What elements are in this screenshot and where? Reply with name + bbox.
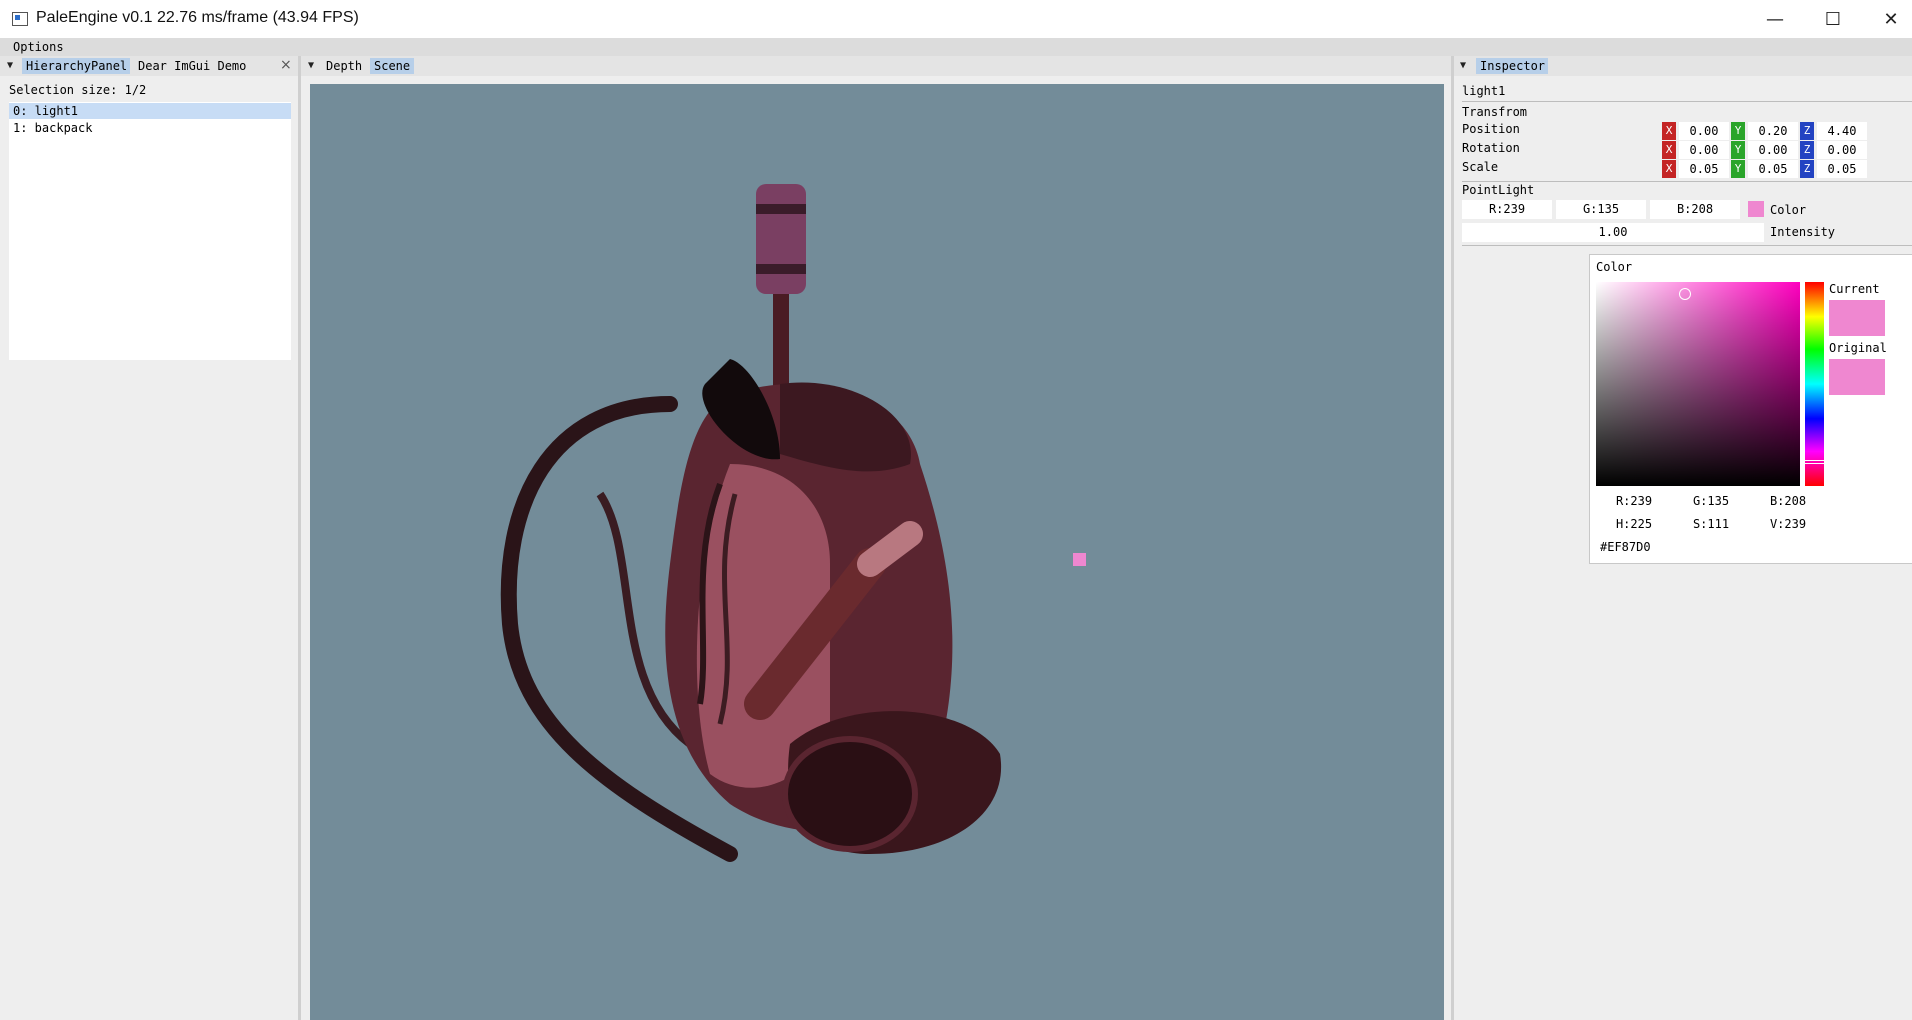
window-title: PaleEngine v0.1 22.76 ms/frame (43.94 FP…: [36, 9, 359, 26]
axis-z-badge: Z: [1800, 160, 1814, 178]
color-b-input[interactable]: B:208: [1650, 200, 1740, 219]
scale-label: Scale: [1462, 160, 1499, 174]
rotation-z-input[interactable]: 0.00: [1817, 141, 1867, 159]
rotation-label: Rotation: [1462, 141, 1520, 155]
divider: [1462, 245, 1912, 246]
picker-s-value[interactable]: S:111: [1673, 517, 1749, 531]
minimize-button[interactable]: —: [1746, 0, 1804, 38]
menu-bar: [0, 38, 1912, 56]
color-g-input[interactable]: G:135: [1556, 200, 1646, 219]
dropdown-triangle-icon[interactable]: ▼: [308, 60, 314, 71]
position-y-input[interactable]: 0.20: [1748, 122, 1798, 140]
picker-h-value[interactable]: H:225: [1596, 517, 1672, 531]
minimize-icon: —: [1766, 8, 1784, 30]
axis-x-badge: X: [1662, 122, 1676, 140]
close-window-button[interactable]: ✕: [1862, 0, 1912, 38]
intensity-input[interactable]: 1.00: [1462, 223, 1764, 242]
tab-inspector[interactable]: Inspector: [1476, 58, 1548, 74]
scene-viewport[interactable]: [310, 84, 1444, 1020]
hierarchy-list: [9, 102, 291, 360]
current-color-swatch: [1829, 300, 1885, 336]
scale-x-input[interactable]: 0.05: [1679, 160, 1729, 178]
maximize-button[interactable]: ☐: [1804, 0, 1862, 38]
transform-header: Transfrom: [1462, 105, 1528, 119]
sv-cursor-icon[interactable]: [1679, 288, 1691, 300]
list-item-light1[interactable]: 0: light1: [9, 103, 291, 119]
picker-v-value[interactable]: V:239: [1750, 517, 1826, 531]
hue-cursor-icon[interactable]: [1803, 460, 1826, 464]
scale-z-input[interactable]: 0.05: [1817, 160, 1867, 178]
divider: [1462, 101, 1912, 102]
axis-y-badge: Y: [1731, 160, 1745, 178]
color-swatch-button[interactable]: [1748, 201, 1764, 217]
tab-imgui-demo[interactable]: Dear ImGui Demo: [134, 58, 264, 74]
selection-size: Selection size: 1/2: [9, 83, 147, 97]
axis-x-badge: X: [1662, 160, 1676, 178]
menu-options[interactable]: Options: [13, 40, 64, 54]
dropdown-triangle-icon[interactable]: ▼: [7, 60, 13, 71]
tab-hierarchy[interactable]: HierarchyPanel: [22, 58, 130, 74]
object-name: light1: [1462, 84, 1506, 98]
backpack-3d-model: [500, 184, 1002, 862]
axis-z-badge: Z: [1800, 141, 1814, 159]
axis-y-badge: Y: [1731, 122, 1745, 140]
picker-g-value[interactable]: G:135: [1673, 494, 1749, 508]
picker-hex-value[interactable]: #EF87D0: [1600, 540, 1651, 554]
rotation-y-input[interactable]: 0.00: [1748, 141, 1798, 159]
hue-bar[interactable]: [1805, 282, 1824, 486]
position-label: Position: [1462, 122, 1520, 136]
picker-title: Color: [1596, 260, 1633, 274]
color-label: Color: [1770, 203, 1807, 217]
original-label: Original: [1829, 341, 1887, 355]
intensity-label: Intensity: [1770, 225, 1836, 239]
position-z-input[interactable]: 4.40: [1817, 122, 1867, 140]
axis-x-badge: X: [1662, 141, 1676, 159]
maximize-icon: ☐: [1824, 8, 1842, 30]
close-tab-icon[interactable]: ×: [280, 57, 292, 73]
saturation-value-square[interactable]: [1596, 282, 1800, 486]
picker-b-value[interactable]: B:208: [1750, 494, 1826, 508]
close-icon: ✕: [1883, 8, 1899, 30]
current-label: Current: [1829, 282, 1880, 296]
color-r-input[interactable]: R:239: [1462, 200, 1552, 219]
dropdown-triangle-icon[interactable]: ▼: [1460, 60, 1466, 71]
axis-y-badge: Y: [1731, 141, 1745, 159]
splitter-right[interactable]: [1451, 56, 1454, 1020]
light-gizmo-icon[interactable]: [1073, 553, 1086, 566]
tab-scene[interactable]: Scene: [370, 58, 414, 74]
pointlight-header: PointLight: [1462, 183, 1535, 197]
viewport-tab-bar: [301, 56, 1451, 76]
tab-depth[interactable]: Depth: [322, 58, 366, 74]
position-x-input[interactable]: 0.00: [1679, 122, 1729, 140]
original-color-swatch[interactable]: [1829, 359, 1885, 395]
app-window-icon: [12, 12, 28, 26]
scale-y-input[interactable]: 0.05: [1748, 160, 1798, 178]
axis-z-badge: Z: [1800, 122, 1814, 140]
rotation-x-input[interactable]: 0.00: [1679, 141, 1729, 159]
picker-r-value[interactable]: R:239: [1596, 494, 1672, 508]
splitter-left[interactable]: [298, 56, 301, 1020]
divider: [1462, 181, 1912, 182]
list-item-backpack[interactable]: 1: backpack: [9, 120, 291, 136]
